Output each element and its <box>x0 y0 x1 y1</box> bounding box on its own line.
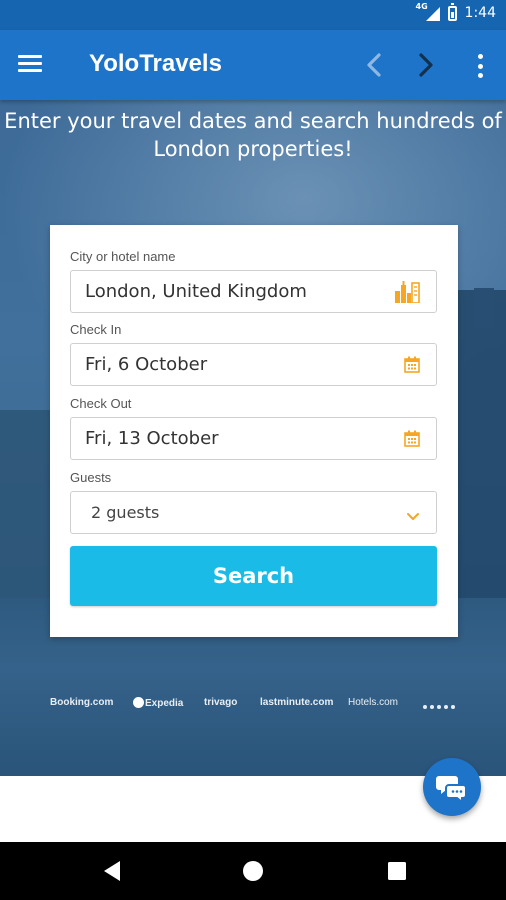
city-field[interactable]: London, United Kingdom <box>70 270 437 313</box>
chat-bubbles-icon[interactable] <box>423 758 481 816</box>
city-value: London, United Kingdom <box>85 281 307 302</box>
guests-select[interactable]: 2 guests <box>70 491 437 534</box>
partner-lastminute: lastminute.com <box>260 697 334 708</box>
partner-expedia: Expedia <box>133 697 183 709</box>
back-triangle-icon[interactable] <box>100 859 124 883</box>
bridge-silhouette <box>0 410 52 610</box>
check-out-field[interactable]: Fri, 13 October <box>70 417 437 460</box>
app-bar: YoloTravels <box>0 30 506 100</box>
chevron-right-icon[interactable] <box>410 50 440 80</box>
hamburger-menu-icon[interactable] <box>18 51 52 79</box>
chevron-left-icon[interactable] <box>360 50 390 80</box>
partner-expedia-label: Expedia <box>145 698 184 709</box>
building-silhouette <box>458 290 506 610</box>
home-circle-icon[interactable] <box>241 859 265 883</box>
recents-square-icon[interactable] <box>385 859 409 883</box>
check-out-value: Fri, 13 October <box>85 428 219 449</box>
calendar-icon <box>404 356 420 377</box>
partner-booking: Booking.com <box>50 697 114 708</box>
agoda-logo-icon <box>423 701 455 712</box>
partner-hotels: Hotels.com <box>348 697 399 708</box>
check-out-label: Check Out <box>70 396 132 411</box>
partner-trivago: trivago <box>204 697 238 708</box>
hero-headline: Enter your travel dates and search hundr… <box>4 109 502 161</box>
system-navigation-bar <box>0 842 506 900</box>
tower-silhouette <box>474 288 494 328</box>
search-button[interactable]: Search <box>70 546 437 606</box>
status-bar: 4G 1:44 <box>0 0 506 30</box>
search-form-card: City or hotel name London, United Kingdo… <box>50 225 458 637</box>
expedia-logo-icon <box>133 697 144 708</box>
app-title: YoloTravels <box>89 50 222 77</box>
calendar-icon <box>404 430 420 451</box>
check-in-value: Fri, 6 October <box>85 354 208 375</box>
cell-signal-icon: 4G <box>416 2 440 21</box>
more-vertical-icon[interactable] <box>468 52 492 80</box>
hero-background: Enter your travel dates and search hundr… <box>0 100 506 776</box>
chevron-down-icon <box>406 507 420 526</box>
guests-label: Guests <box>70 470 112 485</box>
partner-logos: Booking.com Expedia trivago lastminute.c… <box>0 697 506 717</box>
check-in-field[interactable]: Fri, 6 October <box>70 343 437 386</box>
city-label: City or hotel name <box>70 249 176 264</box>
check-in-label: Check In <box>70 322 122 337</box>
status-time: 1:44 <box>464 5 496 21</box>
status-icons: 4G 1:44 <box>416 2 496 21</box>
battery-icon <box>447 2 457 21</box>
city-buildings-icon <box>394 281 420 307</box>
guests-value: 2 guests <box>91 503 160 522</box>
